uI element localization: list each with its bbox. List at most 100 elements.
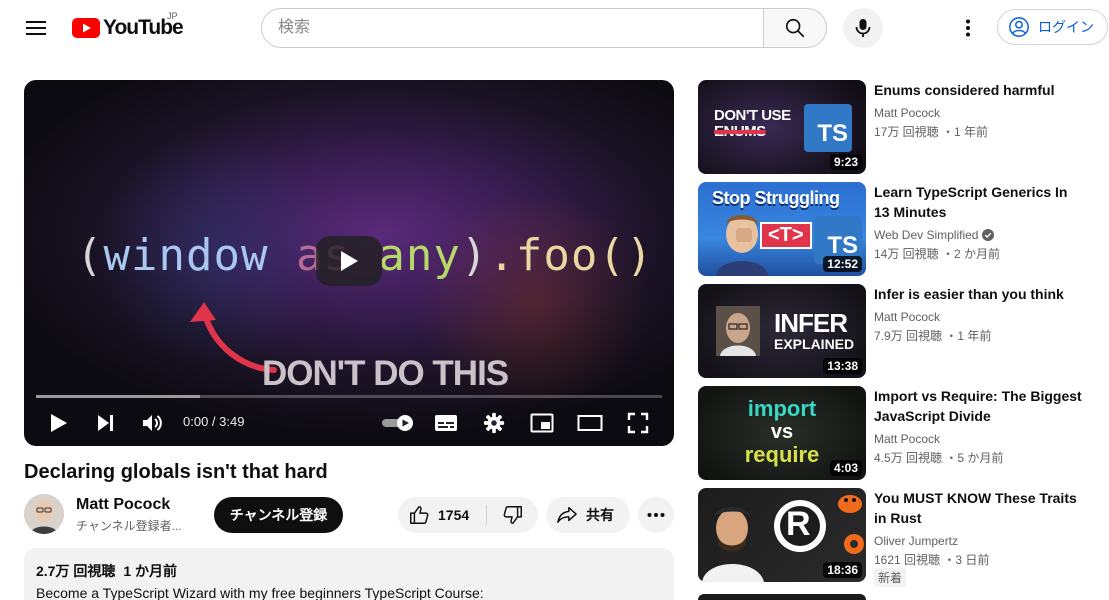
- ts-logo: TS: [804, 104, 852, 152]
- recommendation-meta: 7.9万 回視聴 ・1 年前: [874, 329, 992, 343]
- gear-icon: [844, 534, 864, 554]
- next-button[interactable]: [93, 410, 119, 436]
- like-button[interactable]: 1754: [398, 497, 486, 533]
- thumbs-up-icon: [410, 506, 429, 524]
- miniplayer-icon: [530, 413, 554, 433]
- vertical-dots-icon: [966, 19, 970, 37]
- signin-label: ログイン: [1038, 19, 1094, 35]
- thumb-text: Stop Struggling: [712, 188, 840, 208]
- gear-icon: [483, 412, 505, 434]
- search-input[interactable]: [278, 9, 748, 47]
- description-box[interactable]: 2.7万 回視聴 1 か月前 Become a TypeScript Wizard…: [24, 548, 674, 600]
- description-text: Become a TypeScript Wizard with my free …: [36, 585, 484, 600]
- thumbs-down-icon: [503, 506, 522, 524]
- recommendation-meta: 4.5万 回視聴 ・5 か月前: [874, 451, 1004, 465]
- settings-button[interactable]: [481, 410, 507, 436]
- overlay-caption: DON'T DO THIS: [262, 354, 509, 393]
- new-badge: 新着: [874, 568, 907, 587]
- verified-badge-icon: [982, 229, 995, 241]
- channel-avatar[interactable]: [24, 494, 64, 534]
- recommendation-meta: 14万 回視聴 ・2 か月前: [874, 247, 1001, 261]
- theater-mode-button[interactable]: [577, 410, 603, 436]
- person-figure: [702, 507, 764, 582]
- video-title: Declaring globals isn't that hard: [24, 461, 328, 483]
- volume-button[interactable]: [140, 410, 166, 436]
- thumb-text: EXPLAINED: [774, 336, 855, 352]
- progress-bar[interactable]: [36, 395, 662, 398]
- person-photo: [716, 306, 760, 356]
- recommendation-channel[interactable]: Matt Pocock: [874, 310, 940, 324]
- view-count: 2.7万 回視聴: [36, 563, 116, 579]
- play-button[interactable]: [46, 410, 72, 436]
- dislike-button[interactable]: [487, 497, 538, 533]
- region-code: JP: [167, 11, 178, 21]
- skip-next-icon: [98, 415, 113, 431]
- search-box[interactable]: [261, 8, 763, 48]
- masthead: YouTube JP ログイン: [0, 0, 1109, 56]
- more-actions-button[interactable]: [638, 497, 674, 533]
- play-icon: [341, 251, 358, 271]
- thumb-text-line: DON'T USE: [714, 107, 791, 124]
- player-controls: 0:00 / 3:49: [24, 402, 674, 442]
- video-duration: 9:23: [829, 154, 862, 170]
- subscribe-button[interactable]: チャンネル登録: [214, 497, 343, 533]
- signin-button[interactable]: ログイン: [997, 9, 1108, 45]
- youtube-play-logo-icon: [72, 18, 100, 38]
- fullscreen-icon: [627, 412, 649, 434]
- recommendation-thumbnail[interactable]: import vs require 4:03: [698, 386, 866, 480]
- search-icon: [785, 18, 805, 38]
- voice-search-button[interactable]: [843, 8, 883, 48]
- autoplay-toggle[interactable]: [380, 410, 416, 436]
- thumb-text: import: [747, 396, 817, 421]
- video-duration: 12:52: [823, 256, 862, 272]
- thumb-text: INFER: [774, 308, 848, 338]
- upload-age: 1 か月前: [123, 563, 178, 579]
- recommendation-channel[interactable]: Oliver Jumpertz: [874, 534, 958, 548]
- video-player[interactable]: (window as any).foo() DON'T DO THIS 0:00…: [24, 80, 674, 446]
- share-icon: [557, 507, 577, 523]
- recommendation-title[interactable]: Enums considered harmful: [874, 80, 1086, 100]
- recommendation-item[interactable]: INFER EXPLAINED 13:38 Infer is easier th…: [698, 284, 1098, 378]
- recommendation-channel[interactable]: Matt Pocock: [874, 106, 940, 120]
- search-button[interactable]: [763, 8, 827, 48]
- recommendation-thumbnail[interactable]: R 18:36: [698, 488, 866, 582]
- menu-icon[interactable]: [20, 13, 52, 43]
- video-duration: 13:38: [823, 358, 862, 374]
- recommendation-item[interactable]: R 18:36 You MUST KNOW These Traits in Ru…: [698, 488, 1098, 587]
- fullscreen-button[interactable]: [625, 410, 651, 436]
- horizontal-dots-icon: [647, 513, 665, 517]
- autoplay-toggle-icon: [382, 415, 413, 431]
- code-part: window: [103, 230, 269, 281]
- recommendation-title[interactable]: Infer is easier than you think: [874, 284, 1086, 304]
- thumb-text: <T>: [760, 222, 812, 249]
- recommendation-title[interactable]: You MUST KNOW These Traits in Rust: [874, 488, 1086, 528]
- share-button[interactable]: 共有: [546, 497, 630, 533]
- recommendation-thumbnail[interactable]: INFER EXPLAINED 13:38: [698, 284, 866, 378]
- recommendation-item[interactable]: DON'T USE ENUMS TS 9:23 Enums considered…: [698, 80, 1098, 174]
- channel-name[interactable]: Matt Pocock: [76, 496, 170, 514]
- subtitles-button[interactable]: [433, 410, 459, 436]
- recommendation-thumbnail[interactable]: Stop Struggling <T> TS 12:52: [698, 182, 866, 276]
- recommendation-item[interactable]: import vs require 4:03 Import vs Require…: [698, 386, 1098, 480]
- recommendation-thumbnail-partial[interactable]: [698, 594, 866, 600]
- share-label: 共有: [586, 507, 614, 523]
- miniplayer-button[interactable]: [529, 410, 555, 436]
- settings-more-button[interactable]: [953, 13, 983, 43]
- code-part: .foo(): [488, 230, 654, 281]
- recommendation-thumbnail[interactable]: DON'T USE ENUMS TS 9:23: [698, 80, 866, 174]
- recommendation-item[interactable]: Stop Struggling <T> TS 12:52 Learn TypeS…: [698, 182, 1098, 276]
- volume-icon: [143, 415, 162, 431]
- video-duration: 4:03: [829, 460, 862, 476]
- like-dislike-group: 1754: [398, 497, 538, 533]
- channel-name: Web Dev Simplified: [874, 228, 979, 242]
- large-play-button[interactable]: [316, 236, 382, 286]
- recommendation-title[interactable]: Learn TypeScript Generics In 13 Minutes: [874, 182, 1086, 222]
- recommendation-channel[interactable]: Matt Pocock: [874, 432, 940, 446]
- thumb-text: DON'T USE ENUMS: [714, 108, 791, 140]
- microphone-icon: [855, 19, 871, 37]
- recommendation-title[interactable]: Import vs Require: The Biggest JavaScrip…: [874, 386, 1086, 426]
- account-circle-icon: [1009, 17, 1029, 37]
- recommendation-channel[interactable]: Web Dev Simplified: [874, 228, 995, 242]
- view-info: 2.7万 回視聴 1 か月前: [36, 561, 662, 581]
- recommendation-meta: 1621 回視聴 ・3 日前: [874, 553, 990, 567]
